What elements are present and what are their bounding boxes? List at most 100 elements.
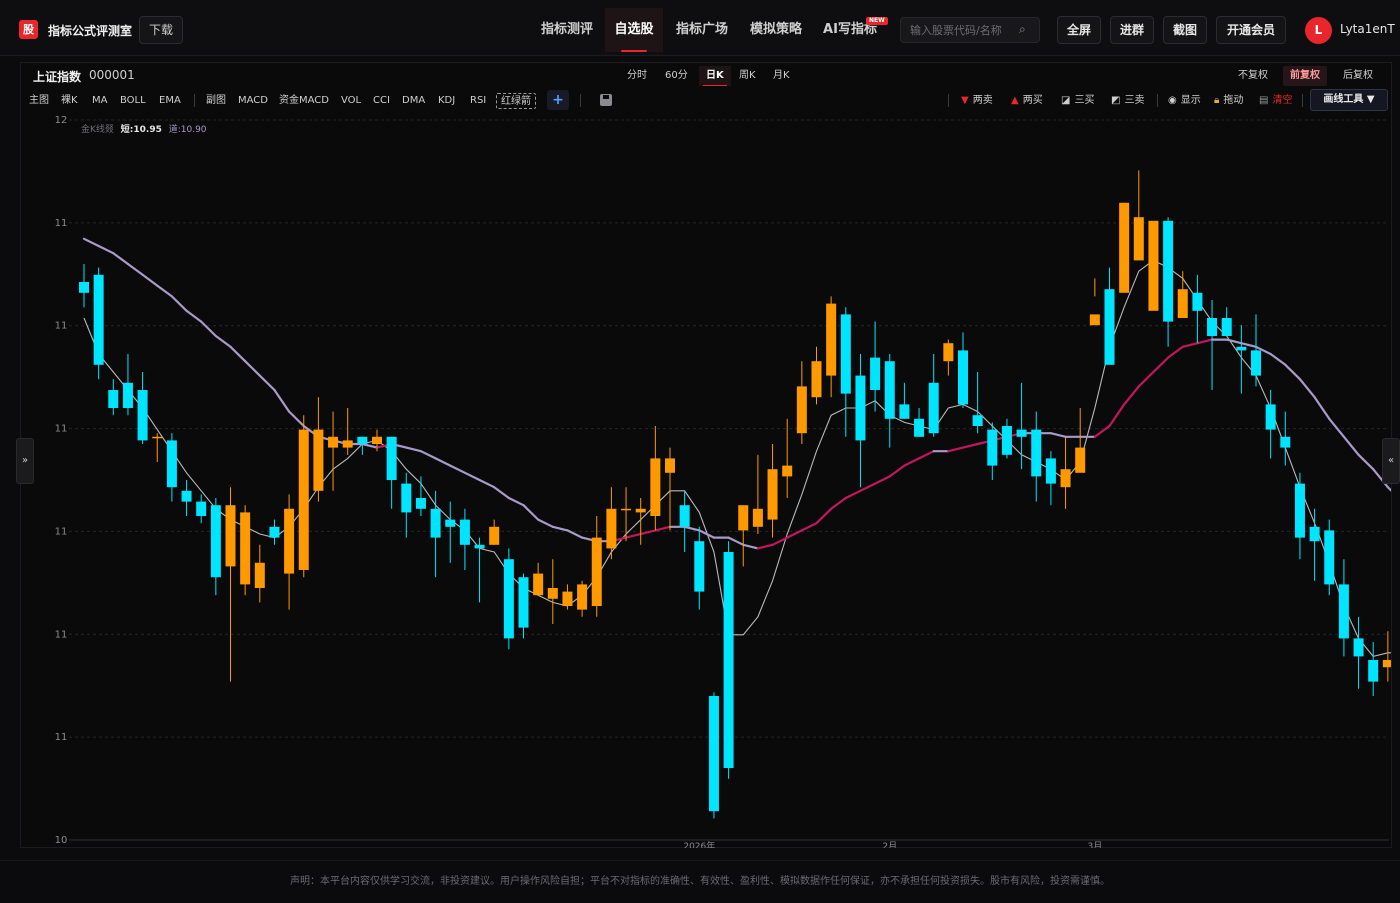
- right-panel-toggle[interactable]: «: [1382, 438, 1400, 484]
- candle-body: [313, 429, 324, 491]
- indicator-boll[interactable]: BOLL: [120, 93, 146, 109]
- save-icon[interactable]: [600, 94, 612, 106]
- candle-body: [914, 418, 925, 437]
- stock-title: 上证指数: [33, 70, 82, 84]
- indicator-ema[interactable]: EMA: [159, 93, 181, 109]
- indicator-main[interactable]: 主图: [29, 93, 49, 109]
- bearish-candle: [1031, 411, 1042, 502]
- candle-body: [987, 429, 998, 466]
- toggle-show[interactable]: ◉ 显示: [1168, 93, 1201, 109]
- candle-body: [328, 436, 339, 448]
- signal-two-sell[interactable]: ▼ 两卖: [961, 93, 993, 109]
- download-button[interactable]: 下载: [139, 16, 183, 44]
- ma-long-segment: [185, 309, 203, 323]
- candle-body: [459, 519, 470, 545]
- draw-tools-dropdown[interactable]: 画线工具 ▼: [1310, 89, 1388, 111]
- y-tick-label: 11: [55, 218, 68, 229]
- nav-tab-watchlist[interactable]: 自选股: [605, 8, 663, 52]
- bullish-candle: [826, 296, 837, 398]
- candle-body: [1338, 584, 1349, 639]
- bearish-candle: [884, 354, 895, 448]
- ma-long-segment: [507, 496, 525, 507]
- candle-body: [1221, 318, 1232, 336]
- candle-body: [958, 350, 968, 405]
- nav-tab-ai-indicator[interactable]: AI写指标: [814, 8, 886, 52]
- candles: [79, 170, 1391, 819]
- toggle-drag[interactable]: 🔒︎ 拖动: [1214, 93, 1243, 109]
- search-icon[interactable]: ⌕: [1019, 22, 1031, 38]
- bearish-candle: [899, 382, 910, 419]
- nav-tab-indicator-review[interactable]: 指标测评: [531, 8, 603, 52]
- join-group-button[interactable]: 进群: [1110, 16, 1154, 44]
- screenshot-button[interactable]: 截图: [1163, 16, 1207, 44]
- signal-three-sell[interactable]: ◩ 三卖: [1111, 93, 1144, 109]
- period-60min[interactable]: 60分: [658, 66, 695, 86]
- stock-search-input[interactable]: [910, 21, 1018, 39]
- stock-search-box[interactable]: ⌕: [900, 17, 1040, 43]
- indicator-kdj[interactable]: KDJ: [438, 93, 455, 109]
- bearish-candle: [401, 472, 412, 538]
- left-panel-toggle[interactable]: »: [16, 438, 34, 484]
- toolbar-divider: [194, 94, 195, 107]
- candle-body: [1016, 429, 1027, 437]
- bearish-candle: [518, 573, 529, 639]
- period-monthly[interactable]: 月K: [766, 66, 797, 86]
- indicator-sub[interactable]: 副图: [206, 93, 226, 109]
- clear-drawings[interactable]: ▤ 清空: [1259, 93, 1292, 109]
- bearish-candle: [694, 526, 705, 610]
- period-daily[interactable]: 日K: [699, 66, 731, 86]
- indicator-naked-k[interactable]: 裸K: [61, 93, 78, 109]
- indicator-fund-macd[interactable]: 资金MACD: [279, 93, 329, 109]
- bullish-candle: [298, 415, 309, 578]
- indicator-vol[interactable]: VOL: [341, 93, 361, 109]
- bearish-candle: [708, 692, 719, 819]
- period-weekly[interactable]: 周K: [732, 66, 763, 86]
- avatar[interactable]: L: [1305, 17, 1332, 44]
- nav-tab-indicator-plaza[interactable]: 指标广场: [666, 8, 738, 52]
- indicator-rsi[interactable]: RSI: [470, 93, 486, 109]
- bullish-candle: [621, 487, 632, 542]
- fullscreen-button[interactable]: 全屏: [1057, 16, 1101, 44]
- adjust-backward[interactable]: 后复权: [1336, 66, 1380, 86]
- bearish-candle: [1309, 508, 1320, 581]
- candle-body: [811, 361, 822, 398]
- indicator-red-green-arrow[interactable]: 红绿箭: [496, 93, 536, 109]
- nav-tab-label: 指标广场: [675, 22, 728, 37]
- bearish-candle: [1104, 267, 1115, 365]
- nav-tab-simulation-strategy[interactable]: 模拟策略: [740, 8, 812, 52]
- candlestick-chart[interactable]: 1211111111111110 2026年2月3月4月: [21, 114, 1391, 848]
- indicator-dma[interactable]: DMA: [402, 93, 425, 109]
- ma-long-segment: [903, 457, 921, 467]
- bearish-candle: [1251, 314, 1261, 387]
- ma-long-segment: [756, 543, 774, 550]
- candle-body: [708, 696, 719, 812]
- add-indicator-button[interactable]: +: [547, 90, 569, 110]
- candle-body: [621, 508, 632, 511]
- signal-three-buy[interactable]: ◪ 三买: [1061, 93, 1094, 109]
- period-intraday[interactable]: 分时: [620, 66, 654, 86]
- open-membership-button[interactable]: 开通会员: [1216, 16, 1286, 44]
- indicator-cci[interactable]: CCI: [373, 93, 390, 109]
- x-tick-label: 3月: [1087, 841, 1102, 848]
- candle-body: [1104, 289, 1115, 365]
- ma-long-segment: [800, 522, 818, 532]
- adjust-forward[interactable]: 前复权: [1283, 66, 1327, 86]
- bearish-candle: [108, 379, 119, 416]
- candle-body: [767, 469, 778, 520]
- signal-two-buy[interactable]: ▲ 两买: [1011, 93, 1043, 109]
- ma-long-segment: [1181, 342, 1199, 348]
- bullish-candle: [372, 429, 382, 452]
- bullish-candle: [152, 433, 163, 462]
- candle-body: [870, 357, 881, 390]
- indicator-ma[interactable]: MA: [92, 93, 107, 109]
- y-tick-label: 11: [55, 629, 68, 640]
- ma-long-segment: [361, 442, 379, 449]
- ma-long-segment: [1328, 417, 1346, 438]
- indicator-macd[interactable]: MACD: [238, 93, 268, 109]
- bullish-candle: [1382, 631, 1391, 682]
- adjust-none[interactable]: 不复权: [1231, 66, 1275, 86]
- candle-body: [93, 274, 104, 365]
- username[interactable]: Lyta1enT: [1340, 22, 1395, 36]
- candle-body: [415, 498, 426, 509]
- candle-body: [122, 382, 133, 408]
